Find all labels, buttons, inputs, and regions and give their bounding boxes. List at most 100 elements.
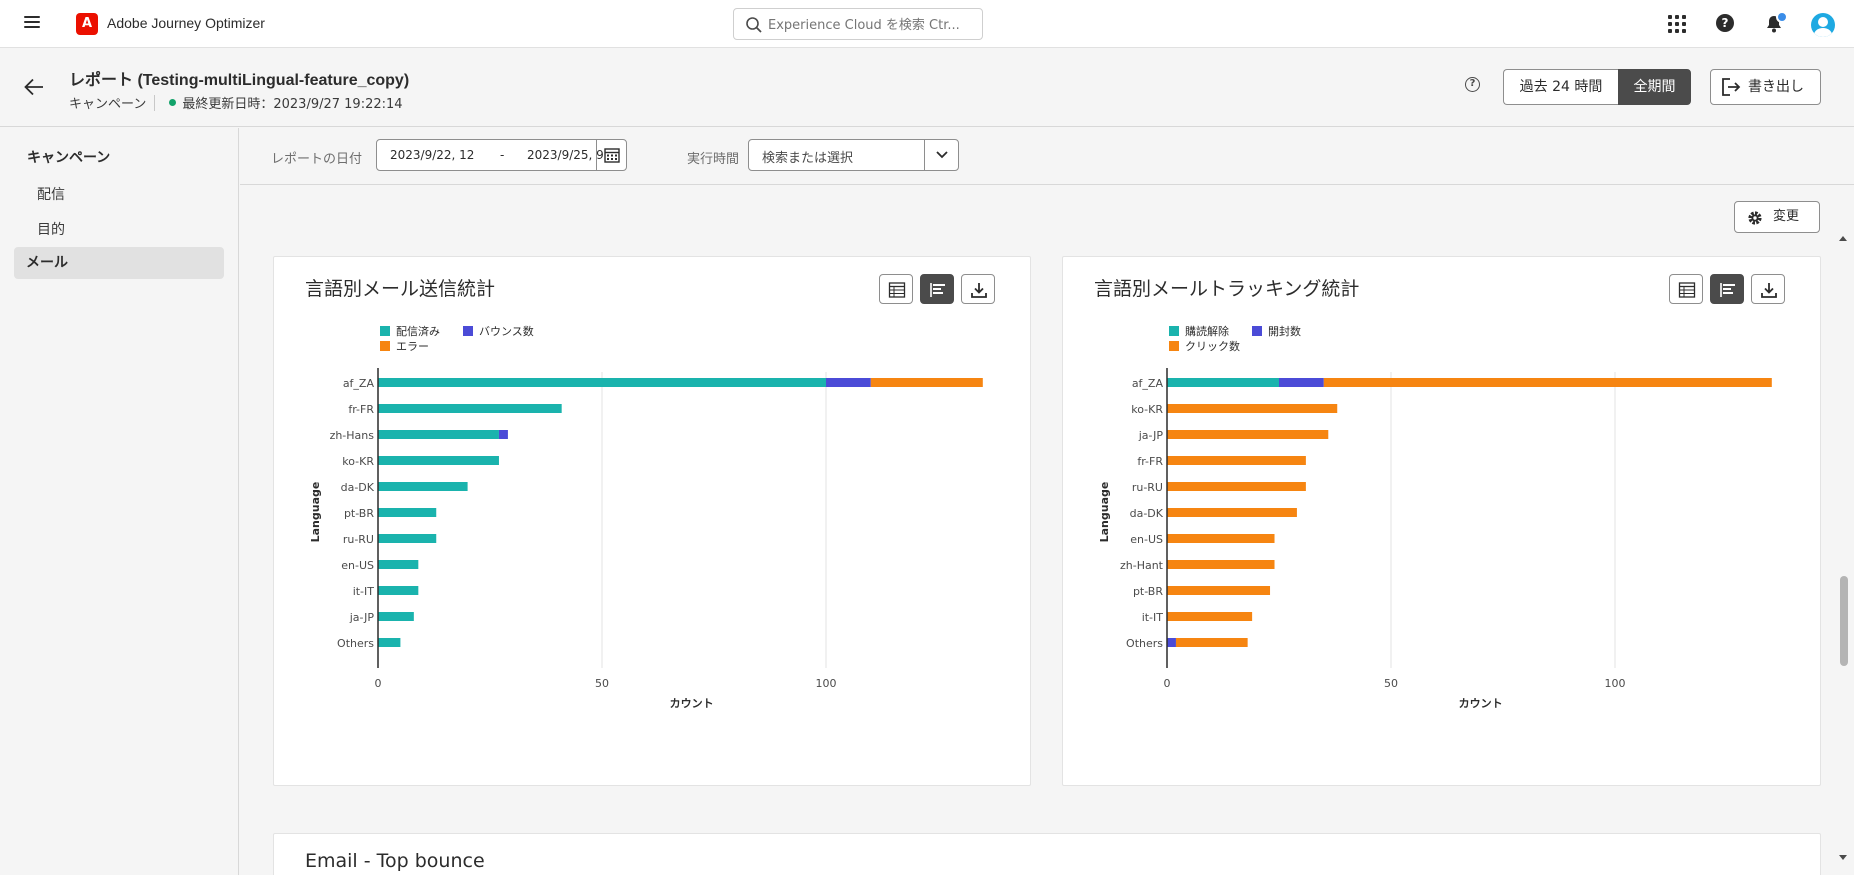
bar-segment	[378, 482, 468, 491]
back-arrow-icon[interactable]	[24, 78, 44, 96]
chart-card-tracking-stats: 言語別メールトラッキング統計 購読解除 開封数 クリック数 0 50 100 af_ZA ko…	[1062, 256, 1821, 786]
bar-segment	[1167, 560, 1275, 569]
chart-card-send-stats: 言語別メール送信統計 配信済み バウンス数 エラー 0 50 100 af_ZA fr-FR z…	[273, 256, 1031, 786]
scroll-down-arrow[interactable]	[1839, 855, 1847, 860]
scroll-thumb[interactable]	[1840, 576, 1848, 666]
legend-label: 配信済み	[396, 324, 440, 338]
y-tick-label: it-IT	[353, 585, 375, 598]
scroll-up-arrow[interactable]	[1839, 236, 1847, 241]
legend-label: クリック数	[1185, 340, 1240, 353]
export-icon	[1722, 78, 1741, 96]
report-content: 変更 言語別メール送信統計 配信済み バウンス数 エラー 0 50 100 af_ZA fr-…	[240, 186, 1854, 875]
y-tick-label: Others	[1126, 637, 1163, 650]
bar-segment	[1167, 482, 1306, 491]
date-start[interactable]: 2023/9/22, 12	[390, 148, 474, 162]
legend-swatch	[380, 341, 390, 351]
y-tick-label: en-US	[1130, 533, 1163, 546]
y-tick-label: pt-BR	[1133, 585, 1163, 598]
date-range-picker[interactable]: 2023/9/22, 12 - 2023/9/25, 9	[376, 139, 627, 171]
x-tick-label: 50	[595, 677, 609, 690]
y-tick-label: ko-KR	[1131, 403, 1163, 416]
bar-segment	[378, 638, 401, 647]
nav-item-email[interactable]: メール	[14, 247, 224, 279]
x-tick-label: 100	[1605, 677, 1626, 690]
bar-segment	[378, 534, 437, 543]
search-input[interactable]	[768, 14, 973, 36]
legend-label: 開封数	[1268, 324, 1301, 338]
y-tick-label: fr-FR	[348, 403, 374, 416]
bar-segment	[1167, 456, 1306, 465]
export-button[interactable]: 書き出し	[1710, 69, 1821, 105]
bar-segment	[1167, 586, 1271, 595]
bar-segment	[1167, 404, 1338, 413]
search-field[interactable]	[733, 8, 983, 40]
calendar-icon	[604, 148, 620, 163]
bar-segment	[378, 612, 414, 621]
chart-title: Email - Top bounce	[305, 850, 485, 872]
date-end[interactable]: 2023/9/25, 9	[527, 148, 604, 162]
execution-time-placeholder[interactable]: 検索または選択	[762, 147, 853, 166]
chevron-down-icon	[936, 151, 948, 159]
bar-segment	[826, 378, 871, 387]
app-name[interactable]: Adobe Journey Optimizer	[107, 15, 265, 31]
nav-item-delivery[interactable]: 配信	[14, 179, 224, 211]
x-tick-label: 0	[1164, 677, 1171, 690]
page-subtitle: キャンペーン 最終更新日時：2023/9/27 19:22:14	[69, 93, 403, 112]
legend-swatch	[1252, 326, 1262, 336]
info-help-icon[interactable]: ?	[1465, 77, 1480, 92]
y-tick-label: af_ZA	[343, 377, 375, 390]
user-avatar[interactable]	[1811, 13, 1835, 37]
bar-segment	[1167, 534, 1275, 543]
y-axis-title: Language	[1098, 482, 1111, 543]
range-all-button[interactable]: 全期間	[1618, 69, 1691, 105]
scrollbar[interactable]	[1836, 236, 1852, 860]
y-tick-label: en-US	[341, 559, 374, 572]
legend-label: エラー	[396, 340, 429, 353]
x-axis-title: カウント	[670, 697, 714, 710]
date-separator: -	[500, 148, 505, 162]
calendar-button[interactable]	[596, 140, 626, 170]
bar-segment	[1167, 430, 1329, 439]
y-tick-label: fr-FR	[1137, 455, 1163, 468]
bar-segment	[498, 430, 508, 439]
bar-segment	[378, 456, 499, 465]
filter-bar: レポートの日付 2023/9/22, 12 - 2023/9/25, 9 実行時…	[240, 128, 1854, 185]
change-button[interactable]: 変更	[1734, 201, 1820, 233]
bar-segment	[378, 560, 419, 569]
y-tick-label: af_ZA	[1132, 377, 1164, 390]
bar-chart-send-stats: 配信済み バウンス数エラー 0 50 100 af_ZA fr-FR zh-Hans ko-KR…	[309, 324, 983, 710]
dropdown-button[interactable]	[924, 140, 958, 170]
page-title: レポート (Testing-multiLingual-feature_copy)	[69, 72, 410, 89]
execution-time-combobox[interactable]: 検索または選択	[748, 139, 959, 171]
y-tick-label: Others	[337, 637, 374, 650]
bar-segment	[1167, 508, 1297, 517]
export-label: 書き出し	[1748, 79, 1804, 95]
menu-icon[interactable]	[24, 16, 40, 30]
help-icon[interactable]: ?	[1716, 14, 1734, 32]
bar-segment	[1323, 378, 1772, 387]
last-updated-text: 最終更新日時：2023/9/27 19:22:14	[182, 97, 403, 112]
bar-segment	[870, 378, 983, 387]
legend-swatch	[380, 326, 390, 336]
nav-heading: キャンペーン	[27, 150, 111, 166]
legend-label: バウンス数	[479, 325, 534, 338]
time-range-toggle: 過去 24 時間 全期間	[1503, 69, 1691, 105]
report-header: レポート (Testing-multiLingual-feature_copy)…	[0, 49, 1854, 127]
report-date-label: レポートの日付	[271, 152, 363, 167]
y-axis-title: Language	[309, 482, 322, 543]
divider	[154, 94, 156, 111]
app-switcher-icon[interactable]	[1668, 15, 1686, 33]
adobe-logo-icon[interactable]: A	[76, 13, 98, 35]
campaign-type-label: キャンペーン	[69, 97, 147, 112]
bar-segment	[378, 430, 499, 439]
nav-item-objectives[interactable]: 目的	[14, 214, 224, 246]
range-24h-button[interactable]: 過去 24 時間	[1503, 69, 1618, 105]
bar-segment	[1167, 378, 1279, 387]
bar-segment	[378, 404, 562, 413]
chart-card-top-bounce: Email - Top bounce	[273, 833, 1821, 875]
legend-swatch	[1169, 341, 1179, 351]
y-tick-label: zh-Hant	[1120, 559, 1164, 572]
execution-time-label: 実行時間	[687, 152, 740, 167]
status-dot	[169, 99, 177, 106]
bar-segment	[1167, 612, 1253, 621]
